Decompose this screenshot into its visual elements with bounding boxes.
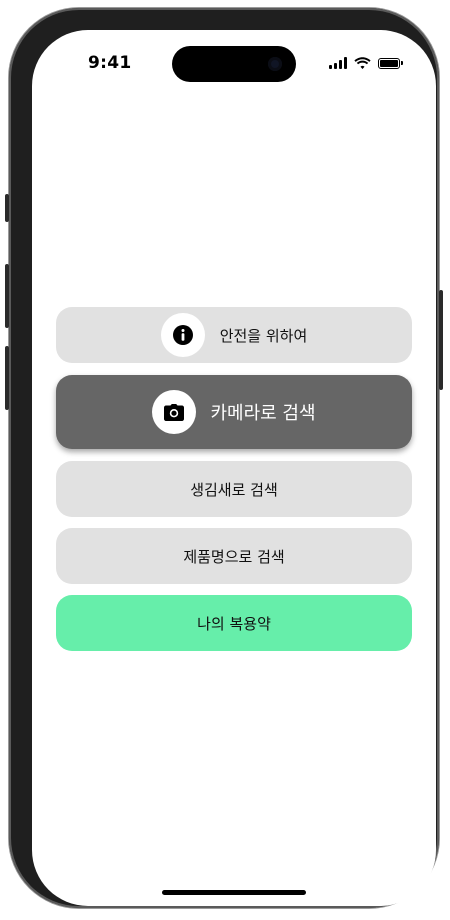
volume-up-button: [5, 264, 9, 328]
camera-search-label: 카메라로 검색: [210, 403, 316, 424]
volume-down-button: [5, 346, 9, 410]
status-icons: [329, 56, 403, 70]
my-medication-label: 나의 복용약: [197, 614, 271, 633]
cellular-signal-icon: [329, 57, 347, 69]
phone-frame: 9:41 안전을 위하여 카메라로 검색 생김새로 검색 제품명으로 검색 나의…: [5, 8, 443, 908]
product-name-search-label: 제품명으로 검색: [183, 547, 285, 566]
info-icon-circle: [160, 313, 205, 357]
product-name-search-button[interactable]: 제품명으로 검색: [56, 528, 412, 584]
power-button: [439, 290, 443, 390]
shape-search-label: 생김새로 검색: [190, 480, 278, 499]
camera-search-button[interactable]: 카메라로 검색: [56, 375, 412, 449]
safety-info-label: 안전을 위하여: [219, 326, 308, 345]
home-indicator[interactable]: [162, 890, 306, 895]
camera-icon: [164, 403, 185, 421]
my-medication-button[interactable]: 나의 복용약: [56, 595, 412, 651]
info-icon: [172, 325, 193, 345]
action-button: [5, 194, 9, 222]
dynamic-island: [172, 46, 296, 82]
front-camera: [268, 57, 282, 71]
shape-search-button[interactable]: 생김새로 검색: [56, 461, 412, 517]
status-time: 9:41: [88, 53, 132, 73]
camera-icon-circle: [152, 390, 197, 434]
screen: 9:41 안전을 위하여 카메라로 검색 생김새로 검색 제품명으로 검색 나의…: [32, 30, 436, 906]
wifi-icon: [354, 57, 371, 69]
battery-icon: [378, 57, 403, 69]
safety-info-button[interactable]: 안전을 위하여: [56, 307, 412, 363]
